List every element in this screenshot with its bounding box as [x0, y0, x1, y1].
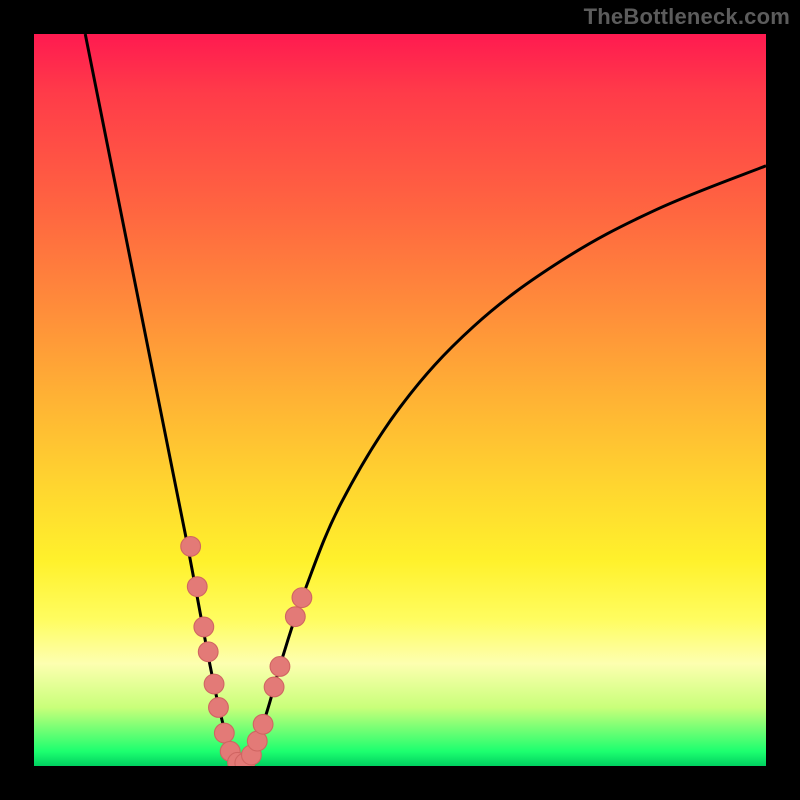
curve-left: [85, 34, 242, 766]
plot-area: [34, 34, 766, 766]
data-point: [194, 617, 214, 637]
data-point: [270, 657, 290, 677]
bottleneck-curve: [34, 34, 766, 766]
data-point: [264, 677, 284, 697]
data-point: [285, 607, 305, 627]
data-point: [292, 588, 312, 608]
watermark-text: TheBottleneck.com: [584, 4, 790, 30]
curve-right: [243, 166, 766, 766]
data-point: [204, 674, 224, 694]
data-point: [187, 577, 207, 597]
data-point: [253, 714, 273, 734]
data-point: [214, 723, 234, 743]
chart-frame: TheBottleneck.com: [0, 0, 800, 800]
data-point: [198, 642, 218, 662]
data-point: [181, 537, 201, 557]
data-point: [209, 698, 229, 718]
